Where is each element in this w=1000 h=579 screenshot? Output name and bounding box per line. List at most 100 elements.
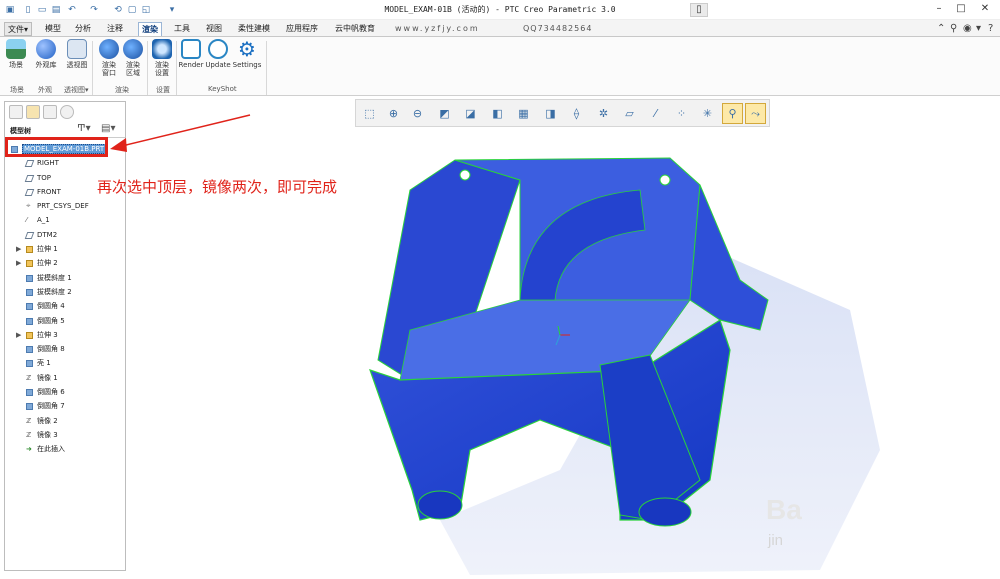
tab-qq[interactable]: QQ734482564 [520, 22, 595, 36]
tab-render[interactable]: 渲染 [138, 22, 162, 36]
minimize-ribbon-icon[interactable]: ⌃ [937, 23, 945, 34]
tab-view[interactable]: 视图 [203, 22, 225, 36]
expand-arrow-icon[interactable]: ▶ [16, 256, 21, 270]
minimize-icon[interactable]: – [930, 3, 948, 17]
spin-center-icon[interactable]: ⟠ [566, 103, 587, 124]
keyshot-settings-button[interactable]: ⚙ Settings [232, 39, 262, 69]
tab-annotate[interactable]: 注释 [104, 22, 126, 36]
tree-item-label: 拉伸 3 [37, 330, 58, 339]
group-separator [147, 41, 148, 95]
tree-item-axis[interactable]: ⁄ A_1 [9, 213, 123, 227]
tree-item-round-7[interactable]: 倒圆角 7 [9, 399, 123, 413]
group-separator [176, 41, 177, 95]
layer-tree-icon[interactable] [26, 105, 40, 119]
model-tree-toggle-icon[interactable] [9, 105, 23, 119]
group-label-appearance: 外观 [38, 86, 52, 94]
tree-item-csys[interactable]: ⌖ PRT_CSYS_DEF [9, 199, 123, 213]
plane-display-icon[interactable]: ▱ [619, 103, 640, 124]
tree-item-mirror-2[interactable]: ℤ 镜像 2 [9, 414, 123, 428]
keyshot-render-button[interactable]: Render [178, 39, 204, 69]
tree-item-round-8[interactable]: 倒圆角 8 [9, 342, 123, 356]
help-dropdown-icon[interactable]: ▾ [976, 23, 981, 34]
tree-item-round-4[interactable]: 倒圆角 4 [9, 299, 123, 313]
datum-plane-icon [24, 160, 35, 168]
display-style-icon[interactable]: ◪ [460, 103, 481, 124]
tree-item-label: 拉伸 1 [37, 245, 58, 254]
tree-item-label: 倒圆角 8 [37, 345, 65, 354]
tree-item-label: 镜像 3 [37, 430, 58, 439]
ribbon-panel: 场景 外观库 透视图 渲染窗口 渲染区域 渲染设置 Render Update … [0, 37, 1000, 96]
tree-item-label: FRONT [37, 187, 61, 196]
render-setup-button[interactable]: 渲染设置 [151, 39, 173, 77]
scene-label: 场景 [9, 61, 23, 69]
help-icon[interactable]: ◉ [963, 23, 972, 34]
repaint-icon[interactable]: ◩ [434, 103, 455, 124]
saved-views-icon[interactable]: ◧ [487, 103, 508, 124]
tree-item-mirror-3[interactable]: ℤ 镜像 3 [9, 428, 123, 442]
keyshot-update-button[interactable]: Update [205, 39, 231, 69]
section-display-icon[interactable]: ⚲ [722, 103, 743, 124]
tree-item-label: 在此插入 [37, 445, 65, 454]
scene-icon [6, 39, 26, 59]
refit-icon[interactable]: ⬚ [359, 103, 380, 124]
notification-icon[interactable]: ▯ [690, 3, 708, 17]
tree-item-insert-here[interactable]: ➜ 在此插入 [9, 442, 123, 456]
zoom-out-icon[interactable]: ⊖ [407, 103, 428, 124]
tree-item-round-5[interactable]: 倒圆角 5 [9, 314, 123, 328]
appearance-gallery-button[interactable]: 外观库 [32, 39, 60, 69]
render-region-button[interactable]: 渲染区域 [122, 39, 144, 77]
csys-display-icon[interactable]: ✳ [697, 103, 718, 124]
maximize-icon[interactable]: □ [952, 3, 970, 17]
tree-item-label: 镜像 2 [37, 416, 58, 425]
point-display-icon[interactable]: ⁘ [671, 103, 692, 124]
tree-item-draft-2[interactable]: 拔模斜度 2 [9, 285, 123, 299]
model-tree-panel: 模型树 Ͳ▾ ▤▾ MODEL_EXAM-01B.PRT RIGHT TOP F… [4, 101, 126, 571]
tree-item-extrude-2[interactable]: ▶ 拉伸 2 [9, 256, 123, 270]
view-manager-icon[interactable]: ▦ [513, 103, 534, 124]
datum-display-filter-icon[interactable]: ⤳ [745, 103, 766, 124]
zoom-in-icon[interactable]: ⊕ [383, 103, 404, 124]
tree-item-extrude-1[interactable]: ▶ 拉伸 1 [9, 242, 123, 256]
tree-item-label: DTM2 [37, 230, 58, 239]
tree-item-mirror-1[interactable]: ℤ 镜像 1 [9, 371, 123, 385]
help-center-icon[interactable]: ? [988, 23, 993, 34]
tab-applications[interactable]: 应用程序 [283, 22, 321, 36]
tree-item-shell-1[interactable]: 壳 1 [9, 356, 123, 370]
close-icon[interactable]: ✕ [976, 3, 994, 17]
tree-settings-icon[interactable]: ▤▾ [101, 123, 115, 134]
insert-arrow-icon: ➜ [26, 445, 32, 454]
tree-item-round-6[interactable]: 倒圆角 6 [9, 385, 123, 399]
appearance-gallery-label: 外观库 [35, 61, 57, 69]
perspective-view-icon[interactable]: ◨ [540, 103, 561, 124]
tab-website[interactable]: www.yzfjy.com [392, 22, 483, 36]
expand-arrow-icon[interactable]: ▶ [16, 328, 21, 342]
search-icon[interactable]: ⚲ [950, 23, 957, 34]
tab-tools[interactable]: 工具 [171, 22, 193, 36]
tab-analysis[interactable]: 分析 [72, 22, 94, 36]
tree-item-dtm2[interactable]: DTM2 [9, 228, 123, 242]
axis-display-icon[interactable]: ⁄ [645, 103, 666, 124]
tree-item-extrude-3[interactable]: ▶ 拉伸 3 [9, 328, 123, 342]
tree-item-label: 拔模斜度 2 [37, 287, 72, 296]
scene-button[interactable]: 场景 [4, 39, 28, 69]
tab-file[interactable]: 文件▾ [4, 22, 33, 36]
history-icon[interactable] [60, 105, 74, 119]
tree-item-label: 拔模斜度 1 [37, 273, 72, 282]
tab-yzf-education[interactable]: 云中帆教育 [332, 22, 378, 36]
datum-plane-icon [24, 188, 35, 196]
tree-filter-icon[interactable]: Ͳ▾ [77, 123, 91, 134]
expand-arrow-icon[interactable]: ▶ [16, 242, 21, 256]
group-label-perspective[interactable]: 透视图▾ [64, 85, 89, 95]
render-region-label: 渲染区域 [126, 61, 140, 77]
tab-model[interactable]: 模型 [42, 22, 64, 36]
folder-browser-icon[interactable] [43, 105, 57, 119]
tree-item-draft-1[interactable]: 拔模斜度 1 [9, 271, 123, 285]
tab-flexible-modeling[interactable]: 柔性建模 [235, 22, 273, 36]
model-hole [459, 169, 471, 181]
group-label-render: 渲染 [115, 86, 129, 94]
model-arc-cutout [519, 189, 646, 301]
perspective-button[interactable]: 透视图 [66, 39, 88, 69]
tree-item-right[interactable]: RIGHT [9, 156, 123, 170]
annotation-display-icon[interactable]: ✲ [593, 103, 614, 124]
render-window-button[interactable]: 渲染窗口 [98, 39, 120, 77]
